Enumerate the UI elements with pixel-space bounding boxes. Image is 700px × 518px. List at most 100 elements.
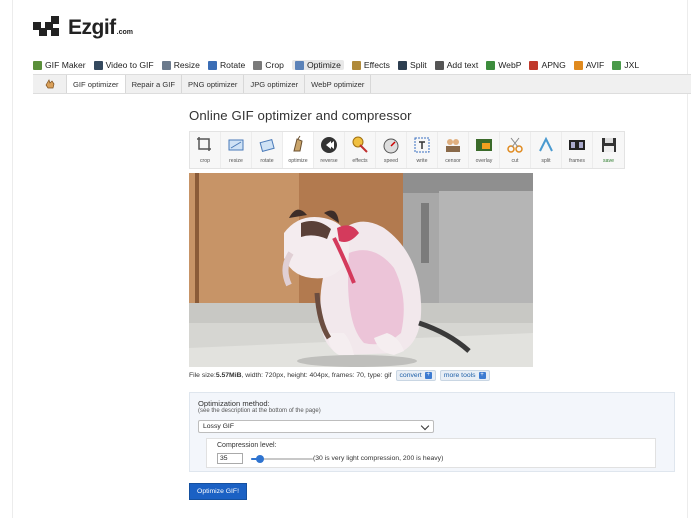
tool-rotate[interactable]: rotate — [252, 132, 283, 168]
tool-label: crop — [199, 158, 211, 164]
page-title: Online GIF optimizer and compressor — [189, 108, 412, 123]
convert-label: convert — [399, 372, 422, 379]
tab-jpg-optimizer[interactable]: JPG optimizer — [244, 75, 306, 93]
convert-button[interactable]: convert + — [395, 370, 436, 381]
resize-tool-icon — [226, 135, 246, 155]
tool-optimize[interactable]: optimize — [283, 132, 314, 168]
plus-icon: + — [424, 372, 432, 379]
tool-label: rotate — [260, 158, 274, 164]
nav-item-effects[interactable]: Effects — [351, 60, 390, 70]
home-hand-icon — [45, 79, 54, 89]
avif-icon — [573, 60, 583, 70]
nav-item-label: Effects — [363, 60, 390, 70]
tool-crop[interactable]: crop — [190, 132, 221, 168]
options-panel: Optimization method: (see the descriptio… — [189, 392, 675, 472]
compression-input[interactable]: 35 — [217, 453, 243, 464]
compression-slider[interactable] — [251, 455, 313, 463]
logo-text: Ezgif — [68, 16, 116, 39]
tool-label: frames — [569, 158, 585, 164]
tab-png-optimizer[interactable]: PNG optimizer — [182, 75, 245, 93]
file-info-prefix: File size: — [189, 372, 216, 379]
tool-effects[interactable]: effects — [345, 132, 376, 168]
nav-item-label: Video to GIF — [105, 60, 154, 70]
nav-item-label: Split — [409, 60, 427, 70]
split-icon — [397, 60, 407, 70]
more-tools-button[interactable]: more tools + — [439, 370, 490, 381]
tool-write[interactable]: write — [407, 132, 438, 168]
optimize-icon — [294, 60, 304, 70]
tool-label: write — [416, 158, 428, 164]
nav-item-resize[interactable]: Resize — [161, 60, 200, 70]
apng-icon — [529, 60, 539, 70]
frames-tool-icon — [567, 135, 587, 155]
gif-preview — [189, 173, 533, 367]
tab-repair-a-gif[interactable]: Repair a GIF — [126, 75, 183, 93]
cat-gif-image — [189, 173, 533, 367]
compression-panel: Compression level: 35 (30 is very light … — [206, 438, 656, 468]
tool-frames[interactable]: frames — [562, 132, 593, 168]
nav-item-video-to-gif[interactable]: Video to GIF — [93, 60, 154, 70]
cut-tool-icon — [505, 135, 525, 155]
effects-icon — [351, 60, 361, 70]
method-select[interactable]: Lossy GIF — [198, 420, 434, 433]
tool-reverse[interactable]: reverse — [314, 132, 345, 168]
nav-item-add-text[interactable]: Add text — [434, 60, 479, 70]
gif-maker-icon — [33, 60, 42, 70]
tool-save[interactable]: save — [593, 132, 624, 168]
tool-label: resize — [229, 158, 243, 164]
optimize-tool-icon — [288, 135, 308, 155]
tool-label: optimize — [288, 158, 308, 164]
tool-label: split — [541, 158, 551, 164]
compression-label: Compression level: — [217, 442, 277, 449]
tool-label: save — [603, 158, 614, 164]
logo-mark-icon — [33, 16, 65, 40]
nav-item-avif[interactable]: AVIF — [573, 60, 605, 70]
tool-speed[interactable]: speed — [376, 132, 407, 168]
nav-item-jxl[interactable]: JXL — [612, 60, 639, 70]
tab-gif-optimizer[interactable]: GIF optimizer — [67, 75, 126, 93]
tool-cut[interactable]: cut — [500, 132, 531, 168]
nav-item-label: Rotate — [219, 60, 246, 70]
tool-bar: crop resize rotate optimize reverse effects sp… — [189, 131, 625, 169]
rotate-tool-icon — [257, 135, 277, 155]
crop-icon — [253, 60, 263, 70]
nav-item-label: Resize — [173, 60, 200, 70]
plus-icon: + — [478, 372, 486, 379]
nav-item-label: AVIF — [585, 60, 605, 70]
nav-item-webp[interactable]: WebP — [486, 60, 521, 70]
nav-item-apng[interactable]: APNG — [529, 60, 566, 70]
nav-item-label: Optimize — [306, 60, 341, 70]
tool-label: effects — [352, 158, 368, 164]
nav-item-rotate[interactable]: Rotate — [207, 60, 246, 70]
tool-resize[interactable]: resize — [221, 132, 252, 168]
nav-item-label: Crop — [265, 60, 284, 70]
tool-censor[interactable]: censor — [438, 132, 469, 168]
webp-icon — [486, 60, 496, 70]
nav-item-crop[interactable]: Crop — [253, 60, 284, 70]
tool-split[interactable]: split — [531, 132, 562, 168]
nav-item-label: APNG — [541, 60, 566, 70]
slider-knob[interactable] — [255, 455, 264, 463]
nav-item-label: Add text — [446, 60, 479, 70]
overlay-tool-icon — [474, 135, 494, 155]
tool-overlay[interactable]: overlay — [469, 132, 500, 168]
sub-nav: GIF optimizer Repair a GIF PNG optimizer JP… — [33, 74, 691, 94]
nav-item-gif-maker[interactable]: GIF Maker — [33, 60, 86, 70]
jxl-icon — [612, 60, 622, 70]
file-size: 5.57MiB — [215, 372, 242, 379]
speed-tool-icon — [381, 135, 401, 155]
method-value: Lossy GIF — [203, 423, 234, 430]
tab-webp-optimizer[interactable]: WebP optimizer — [305, 75, 372, 93]
nav-item-label: JXL — [624, 60, 640, 70]
logo[interactable]: Ezgif .com — [33, 16, 133, 40]
censor-tool-icon — [443, 135, 463, 155]
tool-label: overlay — [475, 158, 493, 164]
nav-item-optimize[interactable]: Optimize — [291, 60, 344, 70]
home-button[interactable] — [33, 75, 67, 93]
tool-label: speed — [383, 158, 399, 164]
optimize-button[interactable]: Optimize GIF! — [189, 483, 247, 500]
nav-item-split[interactable]: Split — [397, 60, 427, 70]
tool-label: cut — [511, 158, 519, 164]
crop-tool-icon — [195, 135, 215, 155]
tool-label: censor — [445, 158, 461, 164]
